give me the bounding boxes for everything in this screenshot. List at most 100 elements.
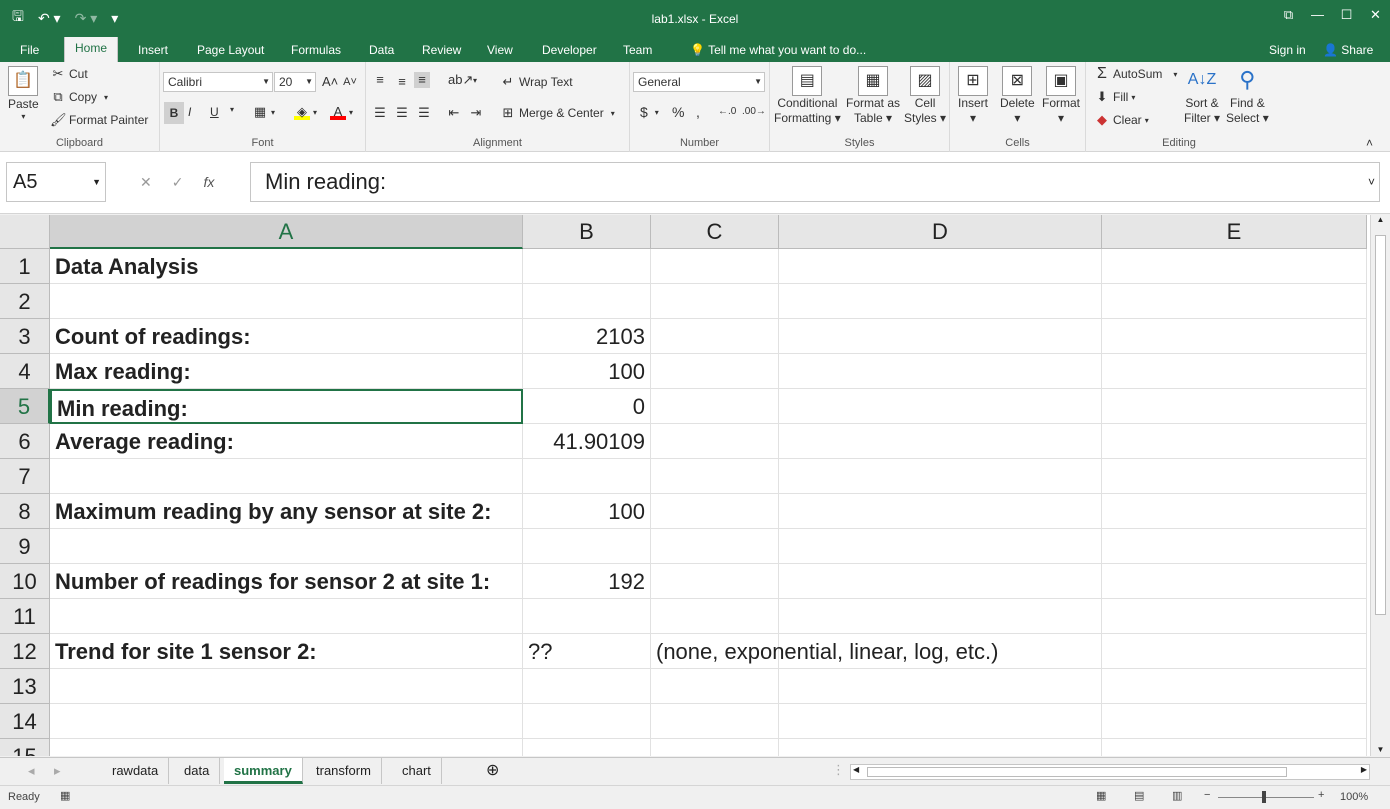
cell-d4[interactable] [779, 354, 1102, 389]
cell-e13[interactable] [1102, 669, 1367, 704]
tab-team[interactable]: Team [613, 40, 662, 62]
fill-button[interactable]: ⬇ Fill ▾ [1094, 89, 1136, 105]
cell-styles-button[interactable]: ▨ Cell Styles ▾ [904, 66, 946, 126]
zoom-slider[interactable] [1218, 797, 1314, 798]
tab-view[interactable]: View [477, 40, 523, 62]
cell-d9[interactable] [779, 529, 1102, 564]
cell-c14[interactable] [651, 704, 779, 739]
cell-d6[interactable] [779, 424, 1102, 459]
insert-cells-button[interactable]: ⊞ Insert ▾ [958, 66, 988, 126]
decrease-font-size-button[interactable]: A˅ [342, 74, 358, 90]
cell-c11[interactable] [651, 599, 779, 634]
find-select-button[interactable]: ⚲ Find & Select ▾ [1226, 66, 1269, 126]
column-header-a[interactable]: A [50, 215, 523, 249]
cell-a12[interactable]: Trend for site 1 sensor 2: [50, 634, 523, 669]
cell-e11[interactable] [1102, 599, 1367, 634]
cell-d13[interactable] [779, 669, 1102, 704]
bottom-align-button[interactable]: ≡ [414, 72, 430, 88]
top-align-button[interactable]: ≡ [372, 72, 388, 88]
increase-font-size-button[interactable]: A˄ [322, 74, 338, 90]
cell-e8[interactable] [1102, 494, 1367, 529]
cell-e12[interactable] [1102, 634, 1367, 669]
middle-align-button[interactable]: ≡ [394, 74, 410, 90]
cell-e3[interactable] [1102, 319, 1367, 354]
borders-button[interactable]: ▦ ▾ [252, 104, 275, 120]
percent-style-button[interactable]: % [672, 104, 684, 120]
cell-a2[interactable] [50, 284, 523, 319]
cell-b5[interactable]: 0 [523, 389, 651, 424]
format-painter-button[interactable]: 🖌 Format Painter [50, 112, 148, 128]
cell-c12[interactable]: (none, exponential, linear, log, etc.) [651, 634, 998, 669]
row-header[interactable]: 11 [0, 599, 50, 634]
cell-a9[interactable] [50, 529, 523, 564]
row-header[interactable]: 8 [0, 494, 50, 529]
cell-b6[interactable]: 41.90109 [523, 424, 651, 459]
row-header[interactable]: 4 [0, 354, 50, 389]
close-icon[interactable]: ✕ [1361, 0, 1390, 30]
new-sheet-icon[interactable]: ⊕ [476, 758, 509, 784]
cell-a1[interactable]: Data Analysis [50, 249, 523, 284]
select-all-button[interactable] [0, 215, 50, 249]
sheet-tab-summary[interactable]: summary [224, 758, 303, 784]
sheet-tab-data[interactable]: data [174, 758, 221, 784]
cell-d7[interactable] [779, 459, 1102, 494]
name-box[interactable]: A5 ▼ [6, 162, 106, 202]
accounting-format-button[interactable]: $ ▾ [640, 104, 659, 120]
zoom-in-icon[interactable]: + [1318, 789, 1324, 801]
cell-e10[interactable] [1102, 564, 1367, 599]
comma-style-button[interactable]: , [696, 104, 700, 120]
cell-c3[interactable] [651, 319, 779, 354]
column-header-d[interactable]: D [779, 215, 1102, 249]
cell-e4[interactable] [1102, 354, 1367, 389]
format-as-table-button[interactable]: ▦ Format as Table ▾ [846, 66, 900, 126]
cell-c2[interactable] [651, 284, 779, 319]
cell-b10[interactable]: 192 [523, 564, 651, 599]
cell-b12[interactable]: ?? [523, 634, 651, 669]
cell-d8[interactable] [779, 494, 1102, 529]
cell-e15[interactable] [1102, 739, 1367, 756]
sheet-tab-rawdata[interactable]: rawdata [102, 758, 170, 784]
cell-a7[interactable] [50, 459, 523, 494]
cell-d14[interactable] [779, 704, 1102, 739]
prev-sheet-icon[interactable]: ◂ [18, 758, 45, 784]
tell-me-search[interactable]: 💡 Tell me what you want to do... [680, 40, 876, 62]
sort-filter-button[interactable]: A↓Z Sort & Filter ▾ [1184, 66, 1220, 126]
cell-a6[interactable]: Average reading: [50, 424, 523, 459]
cell-b9[interactable] [523, 529, 651, 564]
cell-b8[interactable]: 100 [523, 494, 651, 529]
cell-c13[interactable] [651, 669, 779, 704]
fill-color-button[interactable]: ◈ ▾ [294, 104, 317, 120]
cell-e7[interactable] [1102, 459, 1367, 494]
row-header[interactable]: 10 [0, 564, 50, 599]
maximize-icon[interactable]: ☐ [1332, 0, 1361, 30]
scroll-up-icon[interactable]: ▲ [1371, 215, 1390, 224]
cell-d10[interactable] [779, 564, 1102, 599]
minimize-icon[interactable]: — [1303, 0, 1332, 30]
spreadsheet-grid[interactable]: A B C D E 1 Data Analysis 2 3 Count of readings: 2… [0, 215, 1370, 756]
page-break-view-icon[interactable]: ▥ [1172, 789, 1182, 802]
ribbon-display-icon[interactable]: ⧉ [1274, 0, 1303, 30]
decrease-indent-button[interactable]: ⇤ [446, 105, 462, 121]
zoom-level[interactable]: 100% [1340, 791, 1368, 803]
tab-split-handle[interactable]: ⋮ [832, 762, 845, 778]
merge-center-button[interactable]: ⊞ Merge & Center ▾ [500, 105, 615, 121]
cell-c9[interactable] [651, 529, 779, 564]
tab-page-layout[interactable]: Page Layout [187, 40, 274, 62]
formula-input[interactable]: Min reading: ˅ [250, 162, 1380, 202]
cell-c1[interactable] [651, 249, 779, 284]
row-header[interactable]: 15 [0, 739, 50, 756]
row-header[interactable]: 3 [0, 319, 50, 354]
cell-b2[interactable] [523, 284, 651, 319]
insert-function-icon[interactable]: fx [203, 174, 214, 191]
cell-c8[interactable] [651, 494, 779, 529]
cell-d11[interactable] [779, 599, 1102, 634]
cell-a14[interactable] [50, 704, 523, 739]
cut-button[interactable]: ✂ Cut [50, 66, 88, 82]
cell-d3[interactable] [779, 319, 1102, 354]
tab-home[interactable]: Home [64, 37, 119, 62]
normal-view-icon[interactable]: ▦ [1096, 789, 1106, 802]
column-header-e[interactable]: E [1102, 215, 1367, 249]
cell-b11[interactable] [523, 599, 651, 634]
column-header-c[interactable]: C [651, 215, 779, 249]
align-right-button[interactable]: ☰ [416, 105, 432, 121]
